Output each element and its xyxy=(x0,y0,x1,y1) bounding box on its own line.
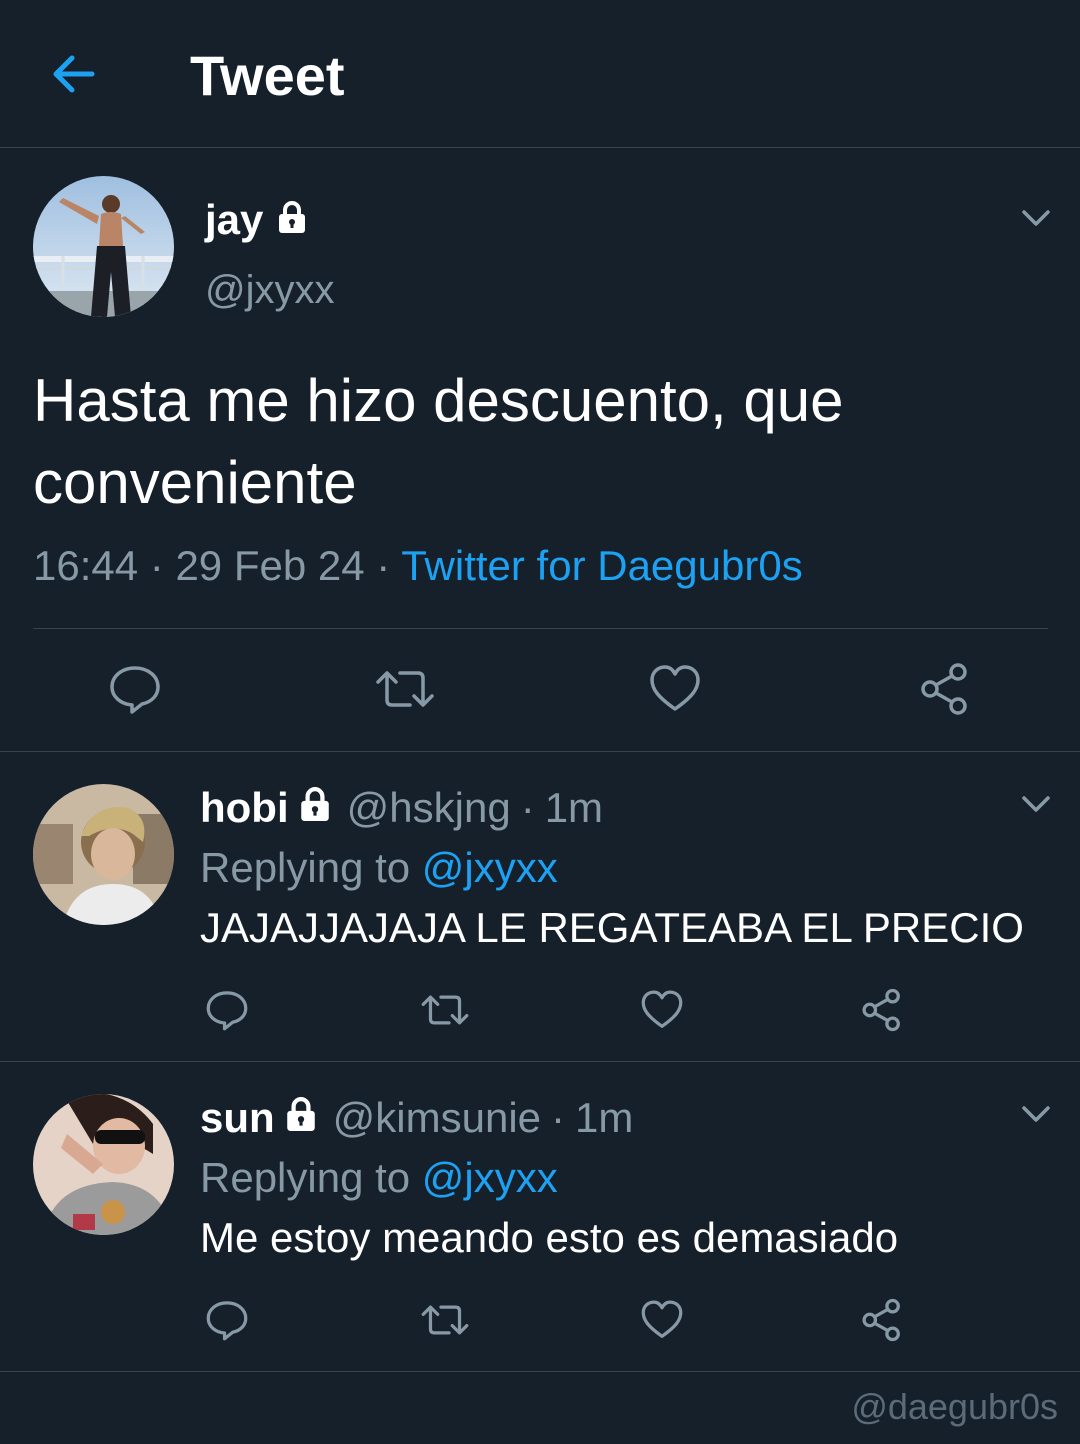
tweet-date: 29 Feb 24 xyxy=(175,542,365,589)
chevron-down-icon xyxy=(1022,796,1050,812)
reply-button[interactable] xyxy=(205,988,249,1037)
arrow-left-icon xyxy=(53,55,95,93)
retweet-icon xyxy=(421,995,469,1025)
back-button[interactable] xyxy=(48,50,100,98)
author-name[interactable]: jay xyxy=(205,196,263,244)
page-title: Tweet xyxy=(190,44,345,107)
author-name-row: jay xyxy=(205,196,309,244)
divider xyxy=(33,628,1048,629)
lock-icon xyxy=(297,784,333,832)
reply-tweet[interactable]: sun @kimsunie · 1m Replying to @jxyxx Me… xyxy=(0,1062,1080,1372)
author-handle[interactable]: @kimsunie xyxy=(333,1094,541,1142)
share-icon xyxy=(862,988,900,1032)
avatar[interactable] xyxy=(33,176,174,317)
avatar[interactable] xyxy=(33,1094,174,1235)
retweet-button[interactable] xyxy=(420,1298,470,1347)
replying-label: Replying to xyxy=(200,1154,411,1201)
reply-button[interactable] xyxy=(108,662,162,721)
tweet-source-link[interactable]: Twitter for Daegubr0s xyxy=(401,542,803,589)
mention-link[interactable]: @jxyxx xyxy=(422,844,558,891)
tweet-text: Hasta me hizo descuento, que conveniente xyxy=(33,367,844,516)
tweet-meta: 16:44 · 29 Feb 24 · Twitter for Daegubr0… xyxy=(33,542,803,590)
tweet-menu-button[interactable] xyxy=(1018,206,1054,230)
avatar-image xyxy=(33,176,174,317)
lock-icon xyxy=(275,196,309,244)
author-handle[interactable]: @jxyxx xyxy=(205,268,335,313)
lock-icon xyxy=(283,1094,319,1142)
reply-header: sun @kimsunie · 1m xyxy=(200,1094,633,1142)
retweet-button[interactable] xyxy=(374,662,436,721)
like-button[interactable] xyxy=(648,662,702,721)
tweet-time: 16:44 xyxy=(33,542,139,589)
author-name[interactable]: hobi xyxy=(200,784,289,832)
heart-icon xyxy=(650,665,700,711)
chevron-down-icon xyxy=(1022,210,1050,226)
replying-to: Replying to @jxyxx xyxy=(200,844,558,892)
reply-tweet[interactable]: hobi @hskjng · 1m Replying to @jxyxx JAJ… xyxy=(0,752,1080,1062)
meta-separator: · xyxy=(149,542,164,589)
share-button[interactable] xyxy=(860,1298,904,1347)
mention-link[interactable]: @jxyxx xyxy=(422,1154,558,1201)
share-icon xyxy=(921,663,967,715)
reply-button[interactable] xyxy=(205,1298,249,1347)
author-name[interactable]: sun xyxy=(200,1094,275,1142)
top-bar: Tweet xyxy=(0,0,1080,148)
reply-time: 1m xyxy=(544,784,604,831)
meta-separator: · xyxy=(520,784,535,831)
avatar[interactable] xyxy=(33,784,174,925)
avatar-image xyxy=(33,1094,174,1235)
tweet-menu-button[interactable] xyxy=(1018,792,1054,816)
retweet-button[interactable] xyxy=(420,988,470,1037)
avatar-image xyxy=(33,784,174,925)
reply-text: Me estoy meando esto es demasiado xyxy=(200,1214,899,1261)
replying-to: Replying to @jxyxx xyxy=(200,1154,558,1202)
replying-label: Replying to xyxy=(200,844,411,891)
share-icon xyxy=(862,1298,900,1342)
comment-icon xyxy=(206,991,248,1031)
meta-separator: · xyxy=(551,1094,566,1141)
author-handle[interactable]: @hskjng xyxy=(347,784,511,832)
comment-icon xyxy=(206,1301,248,1341)
comment-icon xyxy=(110,666,160,714)
main-tweet: jay @jxyxx Hasta me hizo descuento, que … xyxy=(0,148,1080,752)
meta-separator: · xyxy=(376,542,391,589)
watermark: @daegubr0s xyxy=(851,1386,1058,1427)
reply-text: JAJAJJAJAJA LE REGATEABA EL PRECIO xyxy=(200,904,1024,951)
like-button[interactable] xyxy=(640,988,684,1037)
reply-time: 1m xyxy=(575,1094,634,1141)
retweet-icon xyxy=(376,671,434,707)
share-button[interactable] xyxy=(860,988,904,1037)
like-button[interactable] xyxy=(640,1298,684,1347)
share-button[interactable] xyxy=(918,662,972,721)
reply-header: hobi @hskjng · 1m xyxy=(200,784,603,832)
chevron-down-icon xyxy=(1022,1106,1050,1122)
tweet-menu-button[interactable] xyxy=(1018,1102,1054,1126)
retweet-icon xyxy=(421,1305,469,1335)
heart-icon xyxy=(641,990,683,1028)
heart-icon xyxy=(641,1300,683,1338)
